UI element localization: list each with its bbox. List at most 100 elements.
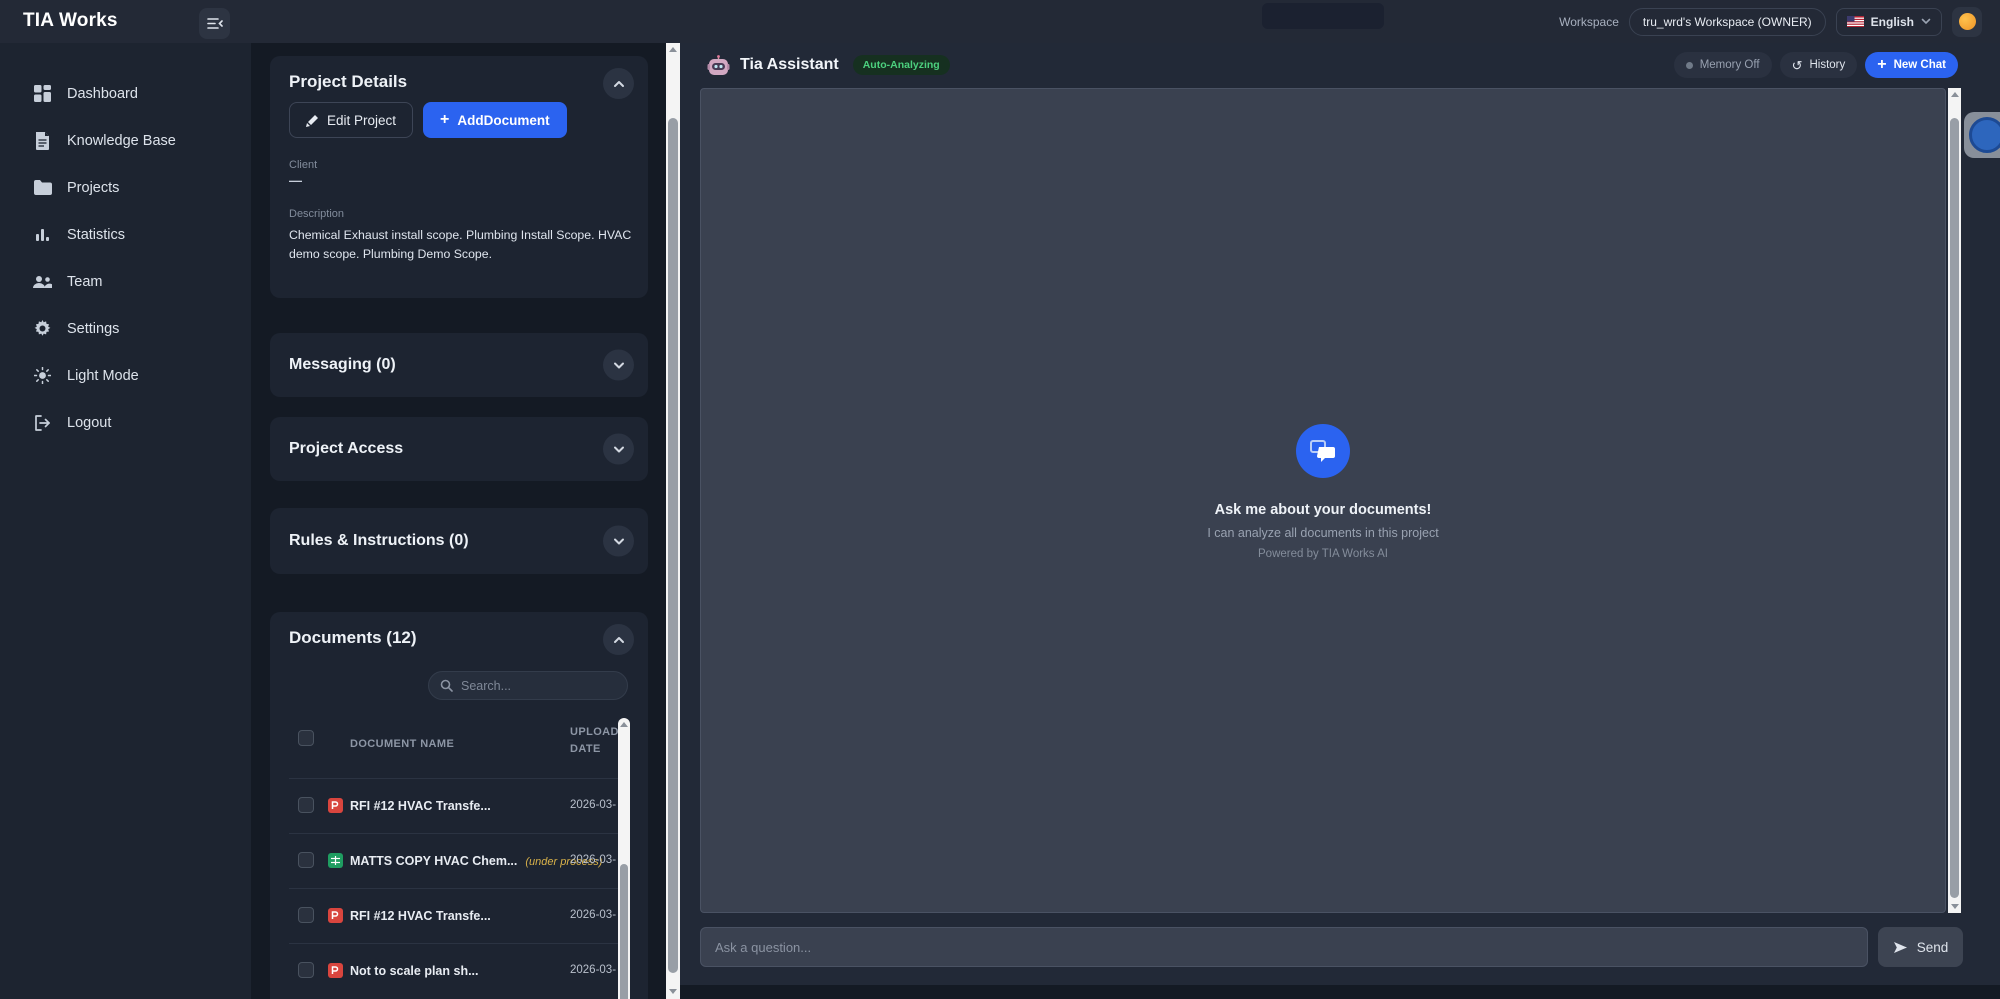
workspace-selector[interactable]: tru_wrd's Workspace (OWNER) — [1629, 8, 1826, 36]
document-name: MATTS COPY HVAC Chem...(under process) — [350, 854, 602, 868]
project-actions: Edit Project + AddDocument — [289, 102, 567, 138]
sidebar-item-label: Light Mode — [67, 368, 139, 384]
expand-project-access-button[interactable] — [603, 434, 634, 465]
pdf-file-icon — [328, 963, 343, 978]
description-text: Chemical Exhaust install scope. Plumbing… — [289, 226, 639, 264]
chat-scrollbar[interactable] — [1948, 88, 1961, 913]
project-details-title: Project Details — [289, 72, 407, 92]
document-row[interactable]: MATTS COPY HVAC Chem...(under process) 2… — [270, 833, 618, 888]
main-scrollbar[interactable] — [666, 43, 680, 999]
client-label: Client — [289, 159, 317, 171]
row-checkbox[interactable] — [298, 907, 314, 923]
app-root: TIA Works Workspace tru_wrd's Workspace … — [0, 0, 2000, 999]
edit-project-button[interactable]: Edit Project — [289, 102, 413, 138]
scroll-up-arrow-icon[interactable] — [620, 722, 628, 727]
sidebar-item-dashboard[interactable]: Dashboard — [0, 70, 251, 117]
scroll-down-arrow-icon[interactable] — [1951, 904, 1959, 909]
history-label: History — [1809, 59, 1845, 71]
documents-scrollbar[interactable] — [618, 718, 630, 999]
document-icon — [33, 131, 52, 150]
dashboard-icon — [33, 84, 52, 103]
chat-bubble-badge — [1296, 424, 1350, 478]
sidebar-item-settings[interactable]: Settings — [0, 305, 251, 352]
sidebar-item-label: Team — [67, 274, 102, 290]
scroll-up-arrow-icon[interactable] — [669, 47, 677, 52]
empty-state-title: Ask me about your documents! — [1113, 502, 1533, 518]
memory-toggle-button[interactable]: Memory Off — [1674, 52, 1772, 78]
collapse-project-details-button[interactable] — [603, 68, 634, 99]
rules-instructions-title: Rules & Instructions (0) — [289, 532, 469, 550]
expand-messaging-button[interactable] — [603, 350, 634, 381]
rules-instructions-card: Rules & Instructions (0) — [270, 508, 648, 574]
chat-scrollbar-thumb[interactable] — [1950, 118, 1959, 898]
floating-widget[interactable] — [1964, 112, 2000, 158]
select-all-checkbox[interactable] — [298, 730, 314, 746]
sidebar-item-label: Knowledge Base — [67, 133, 176, 149]
scroll-up-arrow-icon[interactable] — [1951, 92, 1959, 97]
main-scrollbar-thumb[interactable] — [668, 118, 678, 973]
pdf-file-icon — [328, 908, 343, 923]
language-selector[interactable]: English — [1836, 8, 1942, 36]
documents-scrollbar-thumb[interactable] — [620, 864, 628, 999]
client-value: — — [289, 173, 302, 188]
sidebar-item-team[interactable]: Team — [0, 258, 251, 305]
gear-icon — [33, 319, 52, 338]
collapse-documents-button[interactable] — [603, 624, 634, 655]
topbar-right-cluster: Workspace tru_wrd's Workspace (OWNER) En… — [1559, 0, 1982, 43]
document-row[interactable]: Not to scale plan sh... 2026-03- — [270, 943, 618, 998]
documents-title: Documents (12) — [289, 628, 417, 648]
document-row[interactable]: RFI #12 HVAC Transfe... 2026-03- — [270, 778, 618, 833]
row-checkbox[interactable] — [298, 852, 314, 868]
logout-icon — [33, 413, 52, 432]
topbar: TIA Works Workspace tru_wrd's Workspace … — [0, 0, 2000, 43]
document-date: 2026-03- — [570, 799, 618, 811]
sidebar-item-projects[interactable]: Projects — [0, 164, 251, 211]
memory-label: Memory Off — [1700, 59, 1760, 71]
chat-empty-state: Ask me about your documents! I can analy… — [1113, 424, 1533, 560]
documents-search-input[interactable] — [461, 679, 622, 693]
document-date: 2026-03- — [570, 909, 618, 921]
history-button[interactable]: ↺ History — [1780, 52, 1858, 78]
chevron-down-icon — [613, 444, 625, 454]
new-chat-button[interactable]: + New Chat — [1865, 52, 1958, 78]
sidebar-collapse-button[interactable] — [199, 8, 230, 39]
us-flag-icon — [1847, 16, 1864, 27]
pencil-icon — [306, 114, 319, 127]
sidebar-item-statistics[interactable]: Statistics — [0, 211, 251, 258]
project-access-title: Project Access — [289, 440, 403, 458]
sidebar-item-label: Projects — [67, 180, 119, 196]
user-avatar[interactable] — [1952, 7, 1982, 37]
assistant-actions: Memory Off ↺ History + New Chat — [1674, 52, 1958, 78]
expand-rules-button[interactable] — [603, 526, 634, 557]
bar-chart-icon — [33, 225, 52, 244]
row-checkbox[interactable] — [298, 797, 314, 813]
sidebar-item-label: Settings — [67, 321, 119, 337]
search-icon — [440, 679, 453, 692]
add-document-button[interactable]: + AddDocument — [423, 102, 567, 138]
add-document-label: AddDocument — [457, 113, 549, 128]
assistant-title: Tia Assistant — [740, 56, 839, 74]
folder-icon — [33, 178, 52, 197]
description-label: Description — [289, 208, 344, 220]
chat-message-area: Ask me about your documents! I can analy… — [700, 88, 1946, 913]
sidebar-item-light-mode[interactable]: Light Mode — [0, 352, 251, 399]
document-date: 2026-03- — [570, 854, 618, 866]
sidebar-item-knowledge-base[interactable]: Knowledge Base — [0, 117, 251, 164]
floating-widget-icon — [1969, 117, 2000, 153]
sidebar-item-logout[interactable]: Logout — [0, 399, 251, 446]
send-button[interactable]: Send — [1878, 927, 1963, 967]
auto-analyzing-badge: Auto-Analyzing — [853, 55, 950, 75]
column-header-document-name: DOCUMENT NAME — [350, 738, 454, 750]
chat-question-input[interactable] — [700, 927, 1868, 967]
column-header-uploaded-date: UPLOADED DATE — [570, 724, 622, 758]
sidebar-nav: Dashboard Knowledge Base Projects Statis… — [0, 70, 251, 446]
empty-state-subtitle: I can analyze all documents in this proj… — [1113, 526, 1533, 540]
chevron-down-icon — [1921, 18, 1931, 25]
document-row[interactable]: RFI #12 HVAC Transfe... 2026-03- — [270, 888, 618, 943]
pdf-file-icon — [328, 798, 343, 813]
scroll-down-arrow-icon[interactable] — [669, 989, 677, 994]
row-checkbox[interactable] — [298, 962, 314, 978]
assistant-header: Tia Assistant Auto-Analyzing Memory Off … — [680, 43, 2000, 87]
sidebar-item-label: Statistics — [67, 227, 125, 243]
app-brand: TIA Works — [23, 10, 118, 32]
